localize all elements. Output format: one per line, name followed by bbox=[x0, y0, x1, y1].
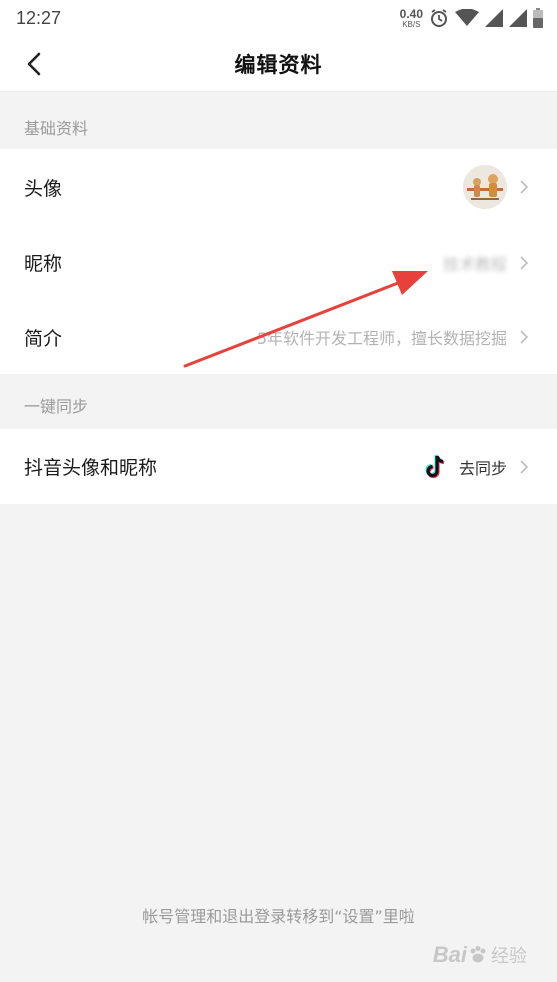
douyin-sync-row[interactable]: 抖音头像和昵称 去同步 bbox=[0, 429, 557, 504]
signal-icon bbox=[485, 9, 503, 27]
footer-note: 帐号管理和退出登录转移到“设置”里啦 bbox=[142, 907, 415, 926]
alarm-icon bbox=[431, 9, 447, 27]
network-speed: 0.40 KB/S bbox=[400, 8, 423, 29]
nickname-label: 昵称 bbox=[24, 253, 63, 275]
douyin-sync-label: 抖音头像和昵称 bbox=[24, 457, 158, 479]
chevron-right-icon bbox=[520, 459, 529, 474]
avatar bbox=[463, 165, 507, 209]
signal-icon bbox=[509, 9, 527, 27]
battery-icon bbox=[533, 8, 543, 28]
chevron-right-icon bbox=[520, 180, 529, 194]
nickname-row[interactable]: 昵称 技术教程 bbox=[0, 225, 557, 300]
back-button[interactable] bbox=[22, 50, 48, 78]
bio-value: 5年软件开发工程师，擅长数据挖掘 bbox=[256, 329, 507, 348]
chevron-right-icon bbox=[520, 255, 529, 270]
section-header-sync: 一键同步 bbox=[24, 396, 89, 416]
status-icons: 0.40 KB/S bbox=[400, 8, 543, 29]
top-nav-bar: 编辑资料 bbox=[0, 36, 557, 92]
nickname-value: 技术教程 bbox=[442, 254, 507, 274]
paw-icon bbox=[470, 946, 486, 963]
watermark-brand: Bai bbox=[432, 942, 467, 967]
avatar-label: 头像 bbox=[24, 177, 63, 200]
watermark: Bai 经验 bbox=[433, 942, 527, 968]
bio-label: 简介 bbox=[24, 327, 63, 350]
chevron-right-icon bbox=[520, 330, 529, 344]
network-speed-value: 0.40 bbox=[399, 6, 423, 21]
watermark-suffix: 经验 bbox=[491, 946, 527, 966]
status-time: 12:27 bbox=[16, 7, 62, 28]
bio-row[interactable]: 简介 5年软件开发工程师，擅长数据挖掘 bbox=[0, 300, 557, 374]
network-speed-unit: KB/S bbox=[402, 19, 421, 29]
avatar-row[interactable]: 头像 bbox=[0, 149, 557, 225]
tiktok-icon bbox=[425, 454, 445, 478]
section-header-basic: 基础资料 bbox=[24, 118, 89, 138]
page-title: 编辑资料 bbox=[234, 52, 323, 77]
wifi-icon bbox=[455, 9, 479, 26]
douyin-sync-action: 去同步 bbox=[458, 458, 507, 478]
status-bar: 12:27 0.40 KB/S bbox=[0, 0, 557, 36]
